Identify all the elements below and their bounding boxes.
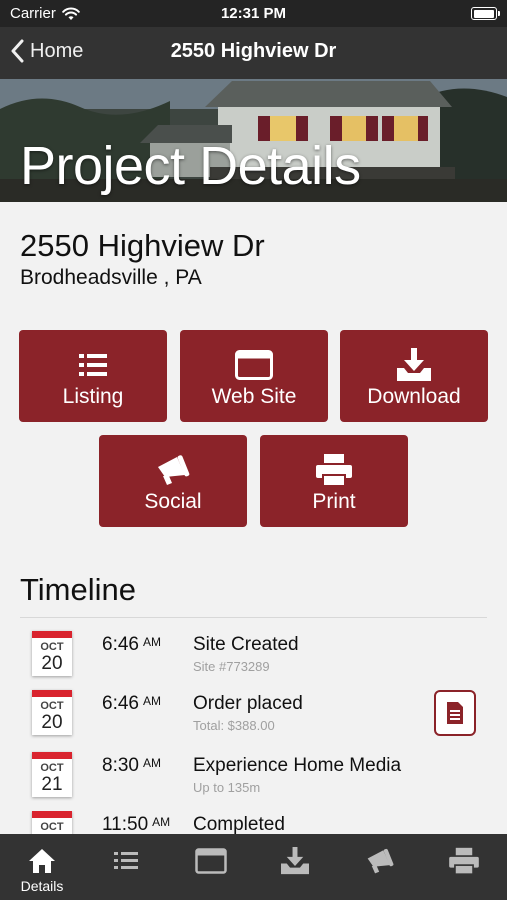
timeline-divider (20, 617, 487, 618)
calendar-day: 20 (41, 653, 63, 674)
megaphone-icon (367, 848, 394, 874)
timeline-subtitle: Site #773289 (193, 659, 270, 674)
calendar-month: OCT (40, 821, 64, 833)
download-icon (281, 847, 309, 875)
address-street: 2550 Highview Dr (20, 228, 265, 263)
home-icon (29, 849, 55, 873)
tab-details-label: Details (20, 878, 64, 894)
listing-button[interactable]: Listing (19, 330, 167, 422)
address-block: 2550 Highview Dr Brodheadsville , PA (20, 228, 265, 290)
invoice-button[interactable] (434, 690, 476, 736)
timeline-title: Completed (193, 814, 285, 834)
timeline-item: OCT 21 8:30 AM Experience Home Media Up t… (0, 752, 507, 812)
list-icon (79, 354, 107, 376)
tab-download[interactable] (253, 834, 337, 900)
timeline-time: 8:30 AM (102, 755, 161, 776)
tab-bar: Details (0, 834, 507, 900)
list-icon (114, 852, 138, 869)
calendar-month: OCT (40, 641, 64, 653)
tab-details[interactable]: Details (0, 834, 84, 900)
timeline-heading: Timeline (20, 572, 136, 607)
timeline-time: 11:50 AM (102, 814, 171, 834)
browser-window-icon (235, 350, 273, 380)
timeline-title: Experience Home Media (193, 755, 402, 776)
tab-website[interactable] (169, 834, 253, 900)
hero-banner: Project Details (0, 79, 507, 202)
timeline-item: OCT 20 6:46 AM Site Created Site #773289 (0, 631, 507, 691)
printer-icon (316, 454, 352, 487)
printer-icon (449, 847, 479, 875)
timeline-item: OCT 20 6:46 AM Order placed Total: $388.0… (0, 690, 507, 750)
tab-listing[interactable] (84, 834, 168, 900)
timeline-time: 6:46 AM (102, 634, 161, 655)
timeline-item: OCT 11:50 AM Completed (0, 811, 507, 834)
megaphone-icon (158, 455, 190, 485)
calendar-day: 20 (41, 712, 63, 733)
hero-title: Project Details (20, 136, 361, 196)
timeline-time: 6:46 AM (102, 693, 161, 714)
status-bar: Carrier 12:31 PM (0, 0, 507, 27)
calendar-month: OCT (40, 700, 64, 712)
print-label: Print (312, 490, 356, 513)
website-button[interactable]: Web Site (180, 330, 328, 422)
tab-print[interactable] (422, 834, 506, 900)
timeline-subtitle: Up to 135m (193, 780, 261, 795)
download-icon (397, 348, 431, 381)
calendar-month: OCT (40, 762, 64, 774)
tab-social[interactable] (338, 834, 422, 900)
calendar-icon: OCT (32, 811, 72, 834)
listing-label: Listing (62, 385, 124, 408)
timeline-title: Site Created (193, 634, 299, 655)
clock: 12:31 PM (220, 5, 287, 22)
calendar-icon: OCT 20 (32, 631, 72, 676)
timeline-subtitle: Total: $388.00 (193, 718, 275, 733)
browser-window-icon (195, 848, 227, 874)
nav-title: 2550 Highview Dr (170, 40, 337, 62)
battery-icon (471, 7, 500, 20)
timeline-title: Order placed (193, 693, 303, 714)
calendar-icon: OCT 21 (32, 752, 72, 797)
calendar-day: 21 (41, 774, 63, 795)
website-label: Web Site (211, 385, 297, 408)
social-label: Social (144, 490, 202, 513)
social-button[interactable]: Social (99, 435, 247, 527)
address-city: Brodheadsville , PA (20, 266, 202, 289)
download-button[interactable]: Download (340, 330, 488, 422)
document-icon (447, 702, 463, 724)
calendar-icon: OCT 20 (32, 690, 72, 735)
download-label: Download (367, 385, 461, 408)
print-button[interactable]: Print (260, 435, 408, 527)
navigation-bar: Home 2550 Highview Dr (0, 27, 507, 79)
